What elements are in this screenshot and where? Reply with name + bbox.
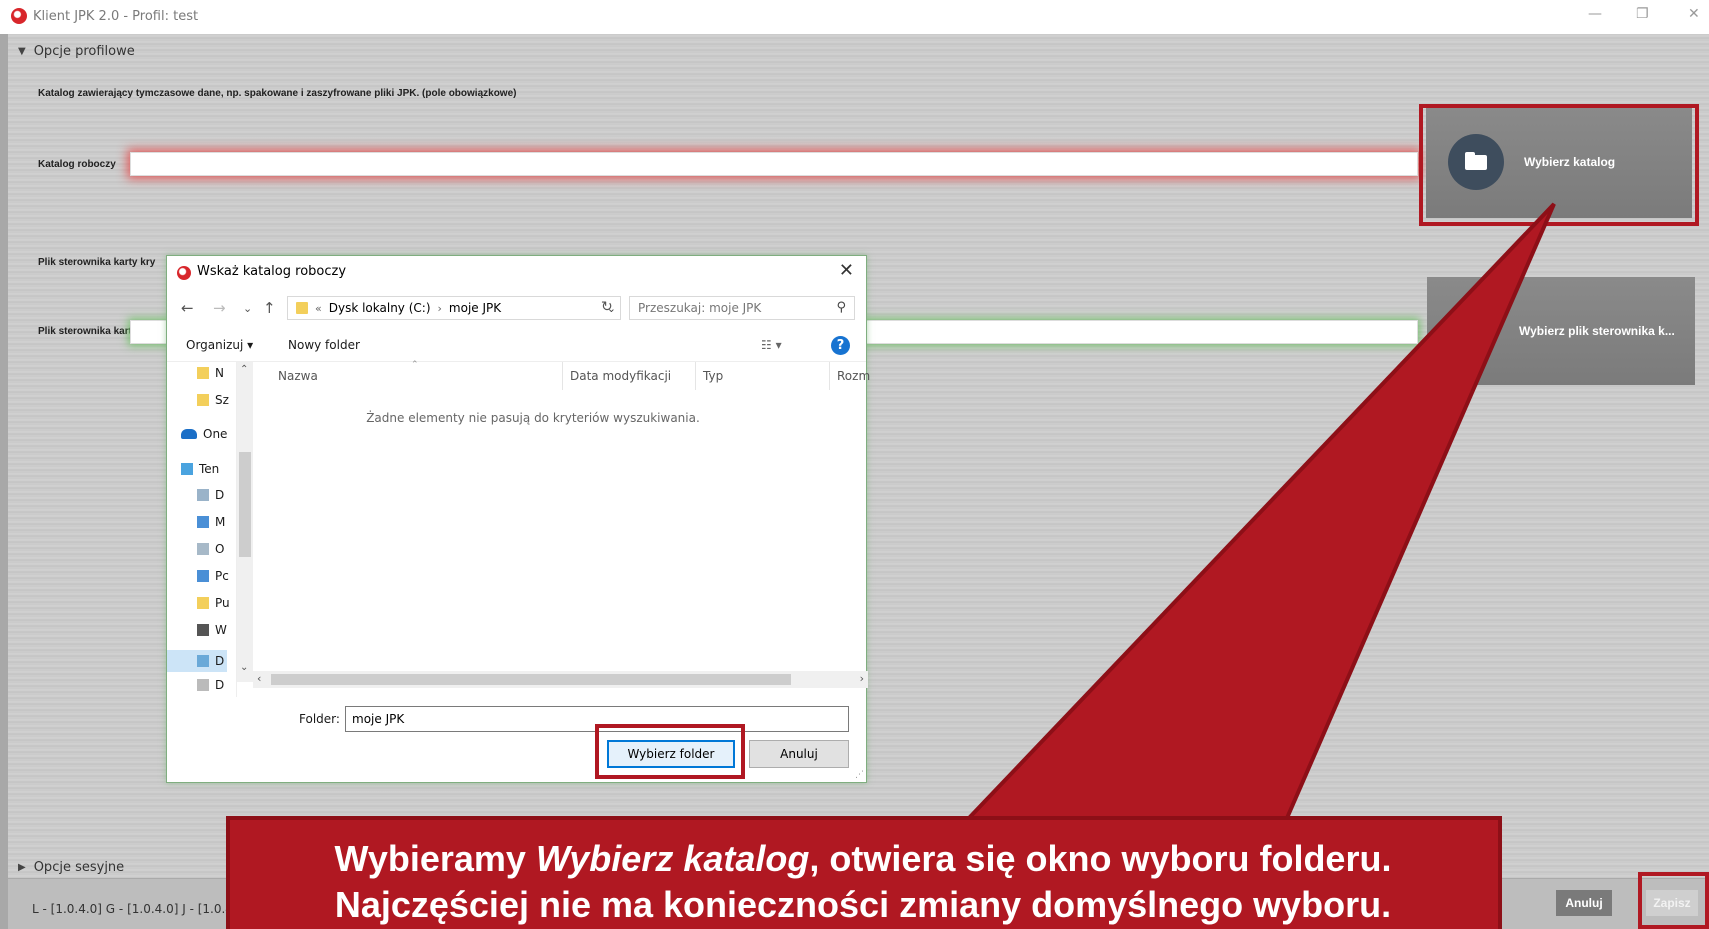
bottom-cancel-button[interactable]: Anuluj (1556, 890, 1612, 916)
new-folder-button[interactable]: Nowy folder (288, 338, 360, 352)
triangle-down-icon: ▼ (18, 46, 26, 57)
triangle-right-icon: ▶ (18, 862, 26, 873)
tree-scrollbar[interactable]: ⌃ ⌄ (237, 362, 253, 682)
video-icon (197, 624, 209, 636)
tree-item[interactable]: Sz (197, 393, 229, 407)
folder-label: Folder: (299, 712, 340, 726)
callout-line-1: Wybieramy Wybierz katalog, otwiera się o… (334, 838, 1392, 879)
column-type[interactable]: Typ (703, 369, 723, 383)
forward-arrow-icon[interactable]: → (213, 299, 226, 317)
cloud-icon (181, 429, 197, 439)
version-text: L - [1.0.4.0] G - [1.0.4.0] J - [1.0.4.0 (32, 902, 245, 916)
session-options-label: Opcje sesyjne (33, 860, 125, 875)
breadcrumb-folder-icon (296, 302, 308, 314)
work-dir-label: Katalog roboczy (38, 159, 116, 170)
tree-item[interactable]: D (197, 678, 224, 692)
back-arrow-icon[interactable]: ← (181, 299, 194, 317)
tree-item[interactable]: D (197, 488, 224, 502)
session-options-header[interactable]: ▶ Opcje sesyjne (18, 860, 124, 875)
search-placeholder: Przeszukaj: moje JPK (638, 301, 762, 315)
music-icon (197, 516, 209, 528)
history-chevron-icon[interactable]: ⌄ (243, 302, 252, 315)
folder-icon (197, 367, 209, 379)
dialog-toolbar: Organizuj ▾ Nowy folder ☷ ▾ ? (167, 330, 866, 362)
tree-item[interactable]: N (197, 366, 224, 380)
drive-icon (197, 679, 209, 691)
highlight-save (1638, 872, 1709, 929)
tree-scroll-thumb[interactable] (239, 452, 251, 557)
documents-icon (197, 489, 209, 501)
search-icon: ⚲ (836, 300, 846, 315)
column-separator (829, 362, 830, 390)
tree-item[interactable]: M (197, 515, 225, 529)
view-options-icon[interactable]: ☷ ▾ (761, 338, 782, 352)
tree-item-selected[interactable]: D (167, 650, 227, 672)
choose-driver-button[interactable]: Wybierz plik sterownika k... (1427, 277, 1695, 385)
window-left-edge (0, 34, 8, 929)
empty-results-message: Żadne elementy nie pasują do kryteriów w… (366, 411, 700, 425)
search-input[interactable]: Przeszukaj: moje JPK ⚲ (629, 296, 855, 320)
drive-icon (197, 655, 209, 667)
downloads-icon (197, 570, 209, 582)
horizontal-scroll-thumb[interactable] (271, 674, 791, 685)
organize-menu[interactable]: Organizuj ▾ (186, 338, 253, 352)
highlight-select-folder (595, 724, 745, 779)
folder-icon (197, 597, 209, 609)
breadcrumb-separator: › (437, 301, 442, 315)
profile-options-label: Opcje profilowe (33, 44, 135, 59)
column-size[interactable]: Rozm (837, 369, 870, 383)
close-icon[interactable]: ✕ (1688, 6, 1700, 22)
help-icon[interactable]: ? (831, 336, 850, 355)
horizontal-scrollbar[interactable]: ‹ › (253, 671, 868, 688)
app-logo-icon (11, 8, 27, 24)
minimize-icon[interactable]: — (1588, 6, 1602, 22)
work-dir-description: Katalog zawierający tymczasowe dane, np.… (38, 88, 517, 99)
work-dir-input[interactable] (130, 152, 1418, 176)
choose-driver-label: Wybierz plik sterownika k... (1519, 324, 1675, 338)
scroll-up-icon[interactable]: ⌃ (240, 364, 248, 375)
driver-label-1: Plik sterownika karty kry (38, 257, 156, 268)
sort-chevron-icon: ⌃ (411, 360, 419, 370)
pictures-icon (197, 543, 209, 555)
refresh-icon[interactable]: ↻ (601, 299, 613, 315)
navigation-row: ← → ⌄ ↑ « Dysk lokalny (C:) › moje JPK ⌄… (167, 294, 866, 326)
tree-item-this-pc[interactable]: Ten (181, 462, 219, 476)
scroll-left-icon[interactable]: ‹ (257, 672, 261, 685)
tree-item[interactable]: W (197, 623, 227, 637)
folder-icon (197, 394, 209, 406)
up-arrow-icon[interactable]: ↑ (263, 299, 276, 317)
tree-item-onedrive[interactable]: One (181, 427, 227, 441)
tree-item[interactable]: Pu (197, 596, 230, 610)
column-separator (562, 362, 563, 390)
column-separator (695, 362, 696, 390)
profile-options-header[interactable]: ▼ Opcje profilowe (18, 44, 135, 59)
scroll-right-icon[interactable]: › (860, 672, 864, 685)
title-bar: Klient JPK 2.0 - Profil: test — ❐ ✕ (0, 0, 1709, 32)
restore-icon[interactable]: ❐ (1636, 6, 1649, 22)
tree-item[interactable]: Pc (197, 569, 229, 583)
computer-icon (181, 463, 193, 475)
tree-item[interactable]: O (197, 542, 224, 556)
dialog-close-icon[interactable]: ✕ (839, 260, 854, 281)
navigation-tree: N Sz One Ten D M O Pc Pu W D D (167, 362, 237, 697)
scroll-down-icon[interactable]: ⌄ (240, 662, 248, 673)
dialog-title: Wskaż katalog roboczy (197, 264, 347, 279)
callout-text: Wybieramy Wybierz katalog, otwiera się o… (234, 836, 1492, 928)
dialog-cancel-button[interactable]: Anuluj (749, 740, 849, 768)
window-title: Klient JPK 2.0 - Profil: test (33, 8, 199, 24)
breadcrumb-overflow[interactable]: « (315, 302, 322, 315)
column-date-modified[interactable]: Data modyfikacji (570, 369, 671, 383)
dialog-logo-icon (177, 266, 191, 280)
column-name[interactable]: Nazwa (278, 369, 318, 383)
folder-picker-dialog: Wskaż katalog roboczy ✕ ← → ⌄ ↑ « Dysk l… (166, 255, 870, 783)
breadcrumb-current[interactable]: moje JPK (449, 301, 501, 315)
highlight-choose-dir (1419, 104, 1699, 226)
callout-line-2: Najczęściej nie ma konieczności zmiany d… (334, 884, 1392, 925)
resize-grip-icon[interactable]: ⋰ (855, 770, 864, 780)
breadcrumb[interactable]: « Dysk lokalny (C:) › moje JPK ⌄ (287, 296, 621, 320)
breadcrumb-drive[interactable]: Dysk lokalny (C:) (329, 301, 431, 315)
